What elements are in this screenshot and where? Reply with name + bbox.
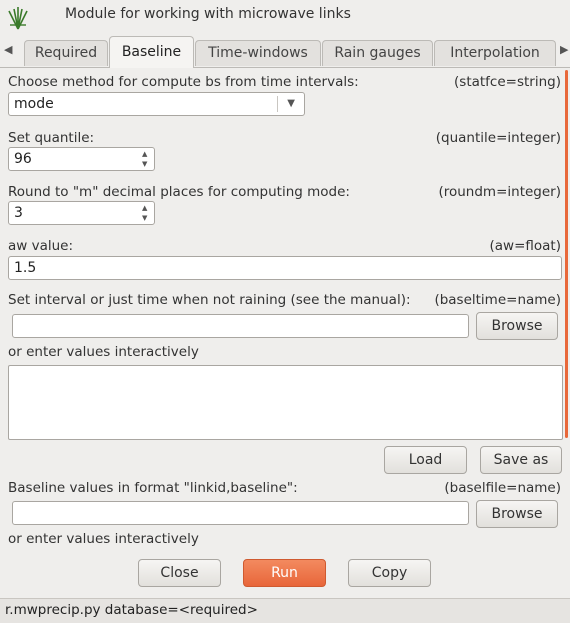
command-preview: r.mwprecip.py database=<required>	[5, 602, 258, 618]
baseltime-label: Set interval or just time when not raini…	[8, 292, 411, 308]
tab-baseline[interactable]: Baseline	[109, 36, 194, 68]
tab-time-windows[interactable]: Time-windows	[195, 40, 321, 66]
statfce-label: Choose method for compute bs from time i…	[8, 74, 359, 90]
tab-scroll-left-icon[interactable]: ◀	[4, 43, 12, 56]
baselfile-interactive-label: or enter values interactively	[8, 531, 199, 547]
quantile-spinbox[interactable]: 96 ▲ ▼	[8, 147, 155, 171]
title-bar: Module for working with microwave links	[0, 0, 570, 34]
baselfile-browse-button[interactable]: Browse	[476, 500, 558, 528]
status-bar: r.mwprecip.py database=<required>	[0, 598, 570, 623]
statfce-key: (statfce=string)	[454, 74, 561, 90]
aw-input[interactable]: 1.5	[8, 256, 562, 280]
close-button[interactable]: Close	[138, 559, 221, 587]
tab-strip: ◀ Required Baseline Time-windows Rain ga…	[0, 34, 570, 68]
combo-separator	[277, 96, 278, 112]
aw-key: (aw=float)	[489, 238, 562, 254]
statfce-combobox[interactable]: mode ▼	[8, 92, 305, 116]
statfce-value: mode	[14, 96, 54, 112]
tab-interpolation[interactable]: Interpolation	[434, 40, 556, 66]
baseltime-key: (baseltime=name)	[434, 292, 561, 308]
baselfile-label: Baseline values in format "linkid,baseli…	[8, 480, 298, 496]
roundm-spinbox[interactable]: 3 ▲ ▼	[8, 201, 155, 225]
spin-down-icon[interactable]: ▼	[142, 214, 147, 222]
roundm-label: Round to "m" decimal places for computin…	[8, 184, 350, 200]
quantile-label: Set quantile:	[8, 130, 95, 146]
spin-up-icon[interactable]: ▲	[142, 150, 147, 158]
tab-required[interactable]: Required	[24, 40, 108, 66]
baseltime-interactive-label: or enter values interactively	[8, 344, 199, 360]
copy-button[interactable]: Copy	[348, 559, 431, 587]
baselfile-input[interactable]	[12, 501, 469, 525]
roundm-key: (roundm=integer)	[438, 184, 561, 200]
baselfile-key: (baselfile=name)	[444, 480, 561, 496]
roundm-value: 3	[14, 205, 23, 221]
baseltime-input[interactable]	[12, 314, 469, 338]
quantile-value: 96	[14, 151, 32, 167]
aw-value: 1.5	[14, 260, 37, 276]
aw-label: aw value:	[8, 238, 74, 254]
spin-down-icon[interactable]: ▼	[142, 160, 147, 168]
tab-rain-gauges[interactable]: Rain gauges	[322, 40, 433, 66]
window-title: Module for working with microwave links	[65, 6, 351, 22]
save-as-button[interactable]: Save as	[480, 446, 562, 474]
baseltime-browse-button[interactable]: Browse	[476, 312, 558, 340]
baseltime-textarea[interactable]	[8, 365, 563, 440]
load-button[interactable]: Load	[384, 446, 467, 474]
grass-logo-icon	[8, 7, 28, 30]
spin-up-icon[interactable]: ▲	[142, 204, 147, 212]
quantile-key: (quantile=integer)	[435, 130, 561, 146]
tab-scroll-right-icon[interactable]: ▶	[560, 43, 568, 56]
run-button[interactable]: Run	[243, 559, 326, 587]
chevron-down-icon[interactable]: ▼	[287, 98, 295, 109]
panel-scrollbar[interactable]	[565, 70, 568, 438]
